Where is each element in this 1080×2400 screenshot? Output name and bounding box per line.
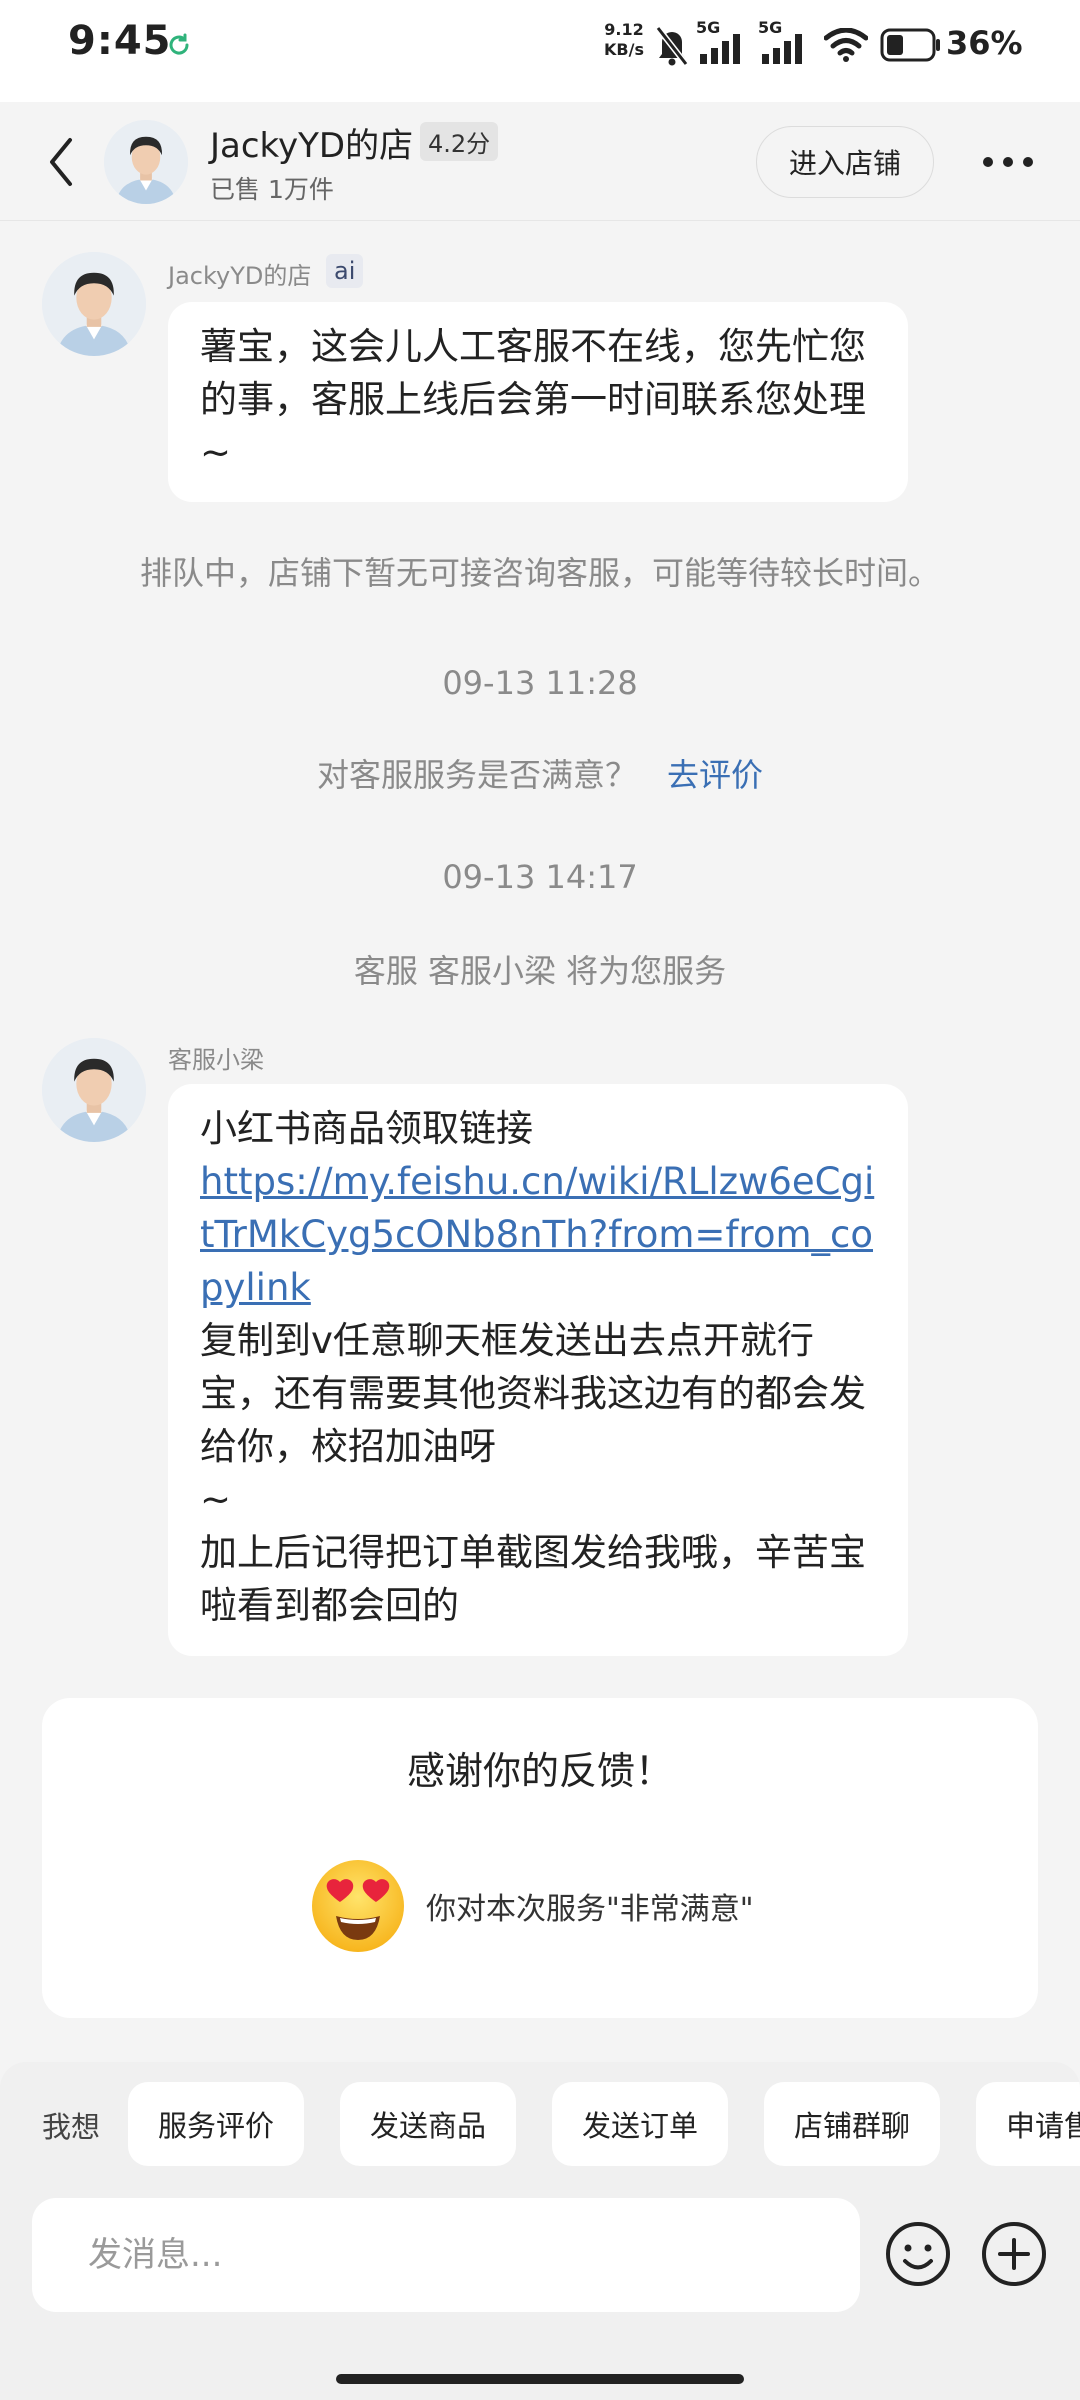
sender-name: JackyYD的店 [168,262,312,290]
message-text: ~ [200,1478,232,1521]
timestamp: 09-13 14:17 [442,858,638,896]
battery-icon [880,28,940,62]
feedback-result: 你对本次服务"非常满意" [426,1892,754,1927]
clock: 9:45 [68,18,172,64]
mute-bell-icon [655,26,689,66]
shop-avatar[interactable] [104,120,188,204]
message-link[interactable]: https://my.feishu.cn/wiki/RLlzw6eCgitTrM… [200,1160,874,1309]
message-text: 复制到v任意聊天框发送出去点开就行宝，还有需要其他资料我这边有的都会发给你，校招… [200,1319,866,1468]
more-icon[interactable] [980,142,1036,182]
shop-name[interactable]: JackyYD的店 [210,118,413,167]
agent-notice: 客服 客服小梁 将为您服务 [353,952,727,990]
net-speed-value: 9.12 [604,20,644,39]
chip-send-product[interactable]: 发送商品 [340,2082,517,2166]
person-avatar-icon [104,120,188,204]
sync-icon [169,33,189,55]
message-bubble[interactable]: 小红书商品领取链接 https://my.feishu.cn/wiki/RLlz… [168,1084,908,1656]
input-bar [0,2182,1080,2400]
back-arrow-icon[interactable] [40,132,84,192]
message-text: 薯宝，这会儿人工客服不在线，您先忙您的事，客服上线后会第一时间联系您处理~ [200,325,866,474]
feedback-title: 感谢你的反馈！ [406,1749,673,1793]
quick-actions-bar: 我想 服务评价 发送商品 发送订单 店铺群聊 申请售后 [0,2062,1080,2182]
message-input[interactable] [32,2198,860,2312]
ai-tag: ai [326,254,364,288]
battery-percent: 36% [946,24,1023,62]
emoji-icon[interactable] [884,2220,952,2288]
chip-shop-group-chat[interactable]: 店铺群聊 [764,2082,941,2166]
sender-avatar[interactable] [42,252,146,356]
shop-score-badge: 4.2分 [420,122,499,161]
heart-eyes-emoji-icon [312,1860,404,1952]
chip-service-review[interactable]: 服务评价 [128,2082,305,2166]
person-avatar-icon [42,252,146,356]
sender-avatar[interactable] [42,1038,146,1142]
sender-name: 客服小梁 [168,1046,264,1074]
home-indicator[interactable] [336,2374,744,2384]
signal-icon [762,34,802,64]
status-bar: 9:45 9.12 KB/s 5G 5G 36% [0,0,1080,102]
queue-notice: 排队中，店铺下暂无可接咨询客服，可能等待较长时间。 [139,554,940,592]
sold-count: 已售 1万件 [210,175,334,204]
chip-send-order[interactable]: 发送订单 [552,2082,729,2166]
signal-icon [700,34,740,64]
rate-link[interactable]: 去评价 [667,756,763,794]
message-text: 小红书商品领取链接 [200,1107,533,1150]
wifi-icon [824,28,868,62]
message-bubble[interactable]: 薯宝，这会儿人工客服不在线，您先忙您的事，客服上线后会第一时间联系您处理~ [168,302,908,502]
satisfaction-prompt: 对客服服务是否满意？ 去评价 [0,750,1080,796]
quick-actions-label: 我想 [42,2110,101,2144]
feedback-card: 感谢你的反馈！ 你对本次服务"非常满意" [42,1698,1038,2018]
net-speed-unit: KB/s [604,40,644,59]
plus-icon[interactable] [980,2220,1048,2288]
chat-header: JackyYD的店 4.2分 已售 1万件 进入店铺 [0,102,1080,221]
timestamp: 09-13 11:28 [442,664,638,702]
person-avatar-icon [42,1038,146,1142]
chip-after-sales[interactable]: 申请售后 [976,2082,1080,2166]
satisfaction-question: 对客服服务是否满意？ [316,756,637,794]
net-speed: 9.12 KB/s [598,20,650,60]
enter-shop-button[interactable]: 进入店铺 [756,126,934,198]
message-text: 加上后记得把订单截图发给我哦，辛苦宝啦看到都会回的 [200,1531,866,1627]
